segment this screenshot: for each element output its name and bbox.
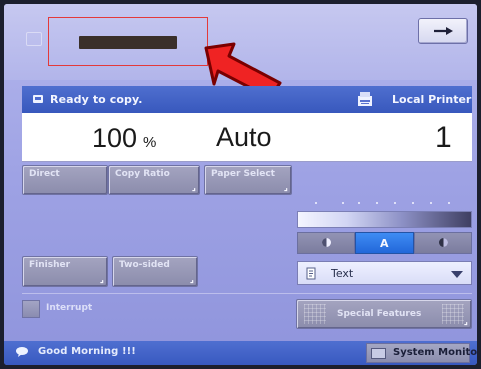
finisher-button-label: Finisher (29, 260, 71, 270)
density-tick (358, 202, 360, 204)
mode-icon (26, 32, 42, 46)
special-features-button[interactable]: Special Features ⌟ (296, 299, 472, 329)
contrast-left-icon (322, 238, 331, 247)
copier-screen: Ready to copy. Local Printer 100 % Auto … (4, 4, 477, 365)
copy-count-value: 1 (435, 121, 452, 154)
monitor-icon (371, 348, 386, 359)
original-type-select[interactable]: Text (297, 261, 472, 285)
finisher-button[interactable]: Finisher ⌟ (22, 256, 108, 287)
direct-button-label: Direct (29, 169, 60, 179)
copy-ratio-corner-icon: ⌟ (191, 183, 196, 193)
copy-settings-display: 100 % Auto 1 (22, 113, 472, 162)
paper-select-button[interactable]: Paper Select ⌟ (204, 165, 292, 195)
grid-pattern-icon (442, 304, 464, 324)
copy-ratio-unit: % (143, 134, 157, 151)
density-lighter-button[interactable] (297, 232, 355, 254)
printer-label: Local Printer (392, 93, 472, 106)
density-tick (412, 202, 414, 204)
density-controls: A (297, 232, 472, 254)
status-message: Ready to copy. (50, 93, 143, 106)
density-auto-label: A (380, 237, 389, 250)
interrupt-label: Interrupt (46, 303, 93, 313)
density-scale (297, 199, 472, 207)
right-arrow-icon (434, 27, 453, 35)
next-screen-button[interactable] (418, 18, 468, 44)
system-monitor-label: System Monitor (393, 347, 477, 358)
two-sided-button[interactable]: Two-sided ⌟ (112, 256, 198, 287)
density-gradient-bar (297, 211, 472, 228)
contrast-right-icon (439, 238, 448, 247)
bottom-message-bar: Good Morning !!! System Monitor (4, 341, 477, 365)
density-tick (430, 202, 432, 204)
special-features-label: Special Features (337, 309, 422, 319)
original-type-value: Text (331, 267, 354, 280)
two-sided-button-label: Two-sided (119, 260, 170, 270)
density-tick (448, 202, 450, 204)
copy-ratio-button[interactable]: Copy Ratio ⌟ (108, 165, 200, 195)
chevron-down-icon (451, 271, 463, 278)
direct-button[interactable]: Direct (22, 165, 108, 195)
finisher-corner-icon: ⌟ (99, 275, 104, 285)
density-tick (315, 202, 317, 204)
density-auto-button[interactable]: A (355, 232, 414, 254)
paper-select-corner-icon: ⌟ (283, 183, 288, 193)
interrupt-control: Interrupt (22, 300, 117, 326)
density-darker-button[interactable] (414, 232, 472, 254)
copy-ratio-button-label: Copy Ratio (115, 169, 170, 179)
density-tick (342, 202, 344, 204)
blank-field-bar (79, 36, 177, 49)
top-bar (4, 4, 477, 100)
special-features-corner-icon: ⌟ (463, 317, 468, 327)
paper-select-button-label: Paper Select (211, 169, 275, 179)
printer-icon (358, 92, 372, 106)
density-tick (394, 202, 396, 204)
speech-bubble-icon (16, 347, 28, 357)
bottom-message: Good Morning !!! (38, 346, 136, 357)
text-document-icon (306, 267, 316, 280)
copy-icon (33, 95, 43, 103)
highlighted-blank-field (48, 17, 208, 66)
status-bar: Ready to copy. Local Printer (22, 86, 472, 113)
two-sided-corner-icon: ⌟ (189, 275, 194, 285)
density-tick (376, 202, 378, 204)
copy-ratio-value: 100 (92, 123, 138, 153)
interrupt-button[interactable] (22, 300, 40, 318)
section-divider (22, 293, 472, 294)
system-monitor-button[interactable]: System Monitor (366, 343, 477, 363)
paper-select-value: Auto (216, 122, 272, 152)
grid-pattern-icon (304, 304, 326, 324)
